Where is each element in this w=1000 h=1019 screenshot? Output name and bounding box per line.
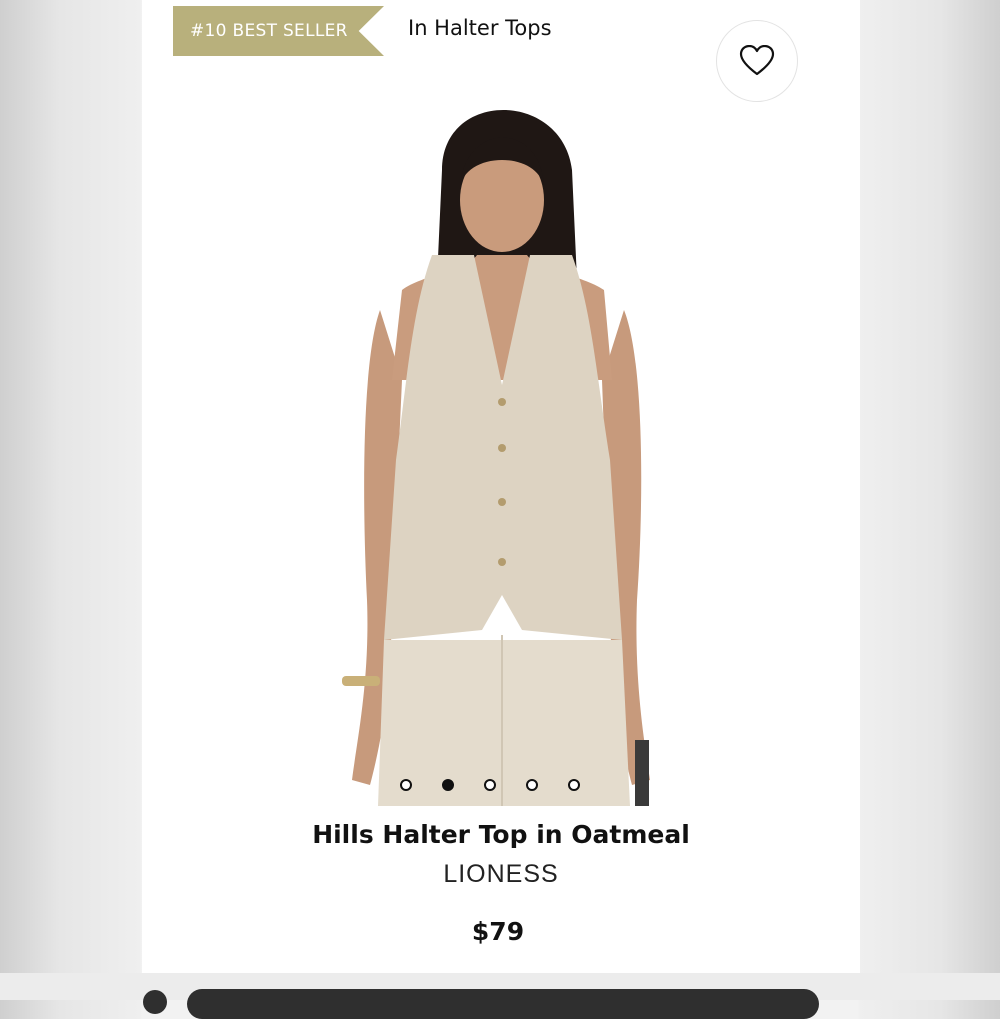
best-seller-label: #10 BEST SELLER [190, 21, 348, 41]
product-title[interactable]: Hills Halter Top in Oatmeal [142, 820, 860, 849]
product-image[interactable] [292, 80, 712, 806]
carousel-dots [400, 779, 580, 791]
product-card: #10 BEST SELLER In Halter Tops Hills Hal… [142, 0, 860, 973]
category-link[interactable]: In Halter Tops [408, 16, 552, 40]
carousel-dot[interactable] [568, 779, 580, 791]
product-brand[interactable]: LIONESS [142, 860, 860, 889]
carousel-dot-active[interactable] [442, 779, 454, 791]
bottom-bar-pill[interactable] [187, 989, 819, 1019]
bottom-bar-control[interactable] [143, 990, 167, 1014]
product-price: $79 [471, 917, 525, 946]
favorite-button[interactable] [716, 20, 798, 102]
carousel-dot[interactable] [484, 779, 496, 791]
carousel-dot[interactable] [526, 779, 538, 791]
best-seller-badge: #10 BEST SELLER [173, 6, 384, 56]
carousel-dot[interactable] [400, 779, 412, 791]
heart-icon [739, 45, 775, 76]
